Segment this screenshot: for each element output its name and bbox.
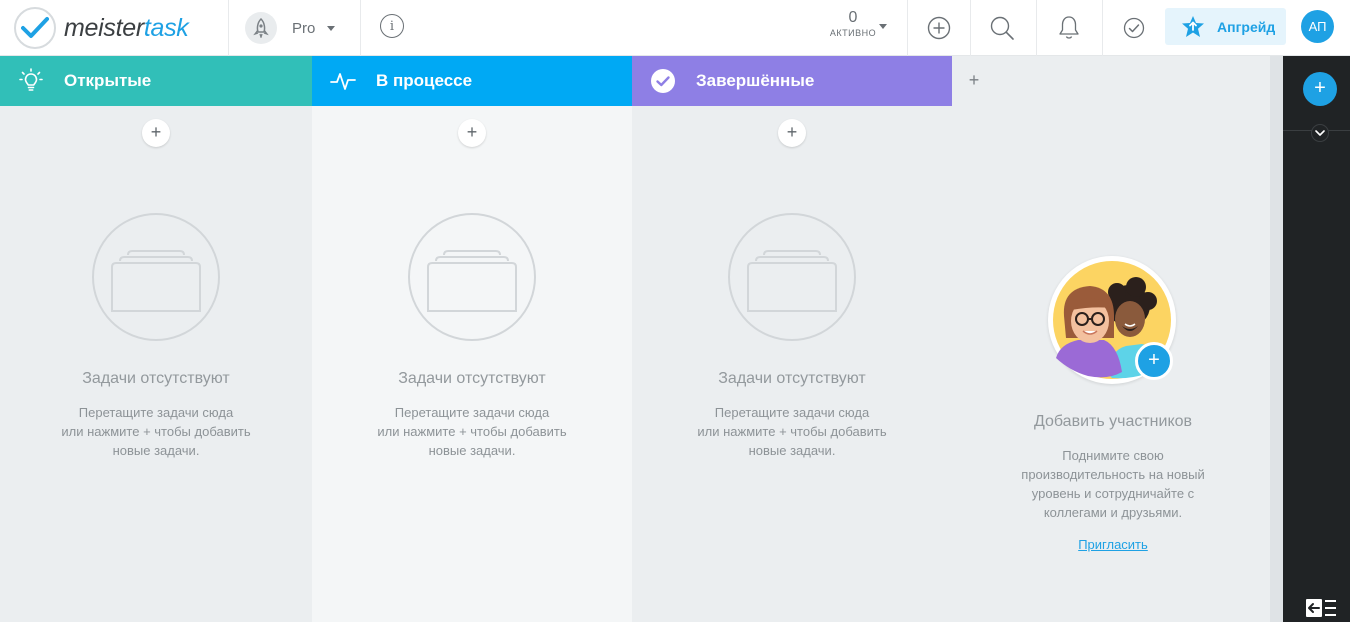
top-bar: meistertask Pro i 0 АКТИВНО Апгрейд АП: [0, 0, 1350, 56]
add-member-button[interactable]: +: [1135, 342, 1173, 380]
empty-state-title: Задачи отсутствуют: [398, 370, 546, 387]
check-circle-icon: [650, 68, 676, 94]
add-task-button[interactable]: +: [458, 119, 486, 147]
empty-state-description: Перетащите задачи сюда или нажмите + что…: [61, 405, 251, 458]
app-logo[interactable]: meistertask: [14, 6, 189, 50]
vertical-scrollbar[interactable]: [1270, 56, 1283, 622]
checkmark-logo-icon: [14, 7, 56, 49]
column-header-in-progress[interactable]: В процессе: [312, 56, 632, 106]
empty-folder-icon: [408, 213, 536, 341]
invite-description: Поднимите свою производительность на нов…: [1021, 448, 1205, 520]
collapse-panel-icon[interactable]: [1305, 597, 1337, 619]
check-circle-icon[interactable]: [1118, 12, 1150, 44]
active-tasks-counter[interactable]: 0 АКТИВНО: [822, 8, 887, 48]
divider: [1102, 0, 1103, 56]
plan-label: Pro: [292, 19, 316, 37]
column-title: Завершённые: [696, 71, 815, 90]
active-label: АКТИВНО: [829, 28, 877, 38]
column-open: Открытые + Задачи отсутствуют Перетащите…: [0, 56, 312, 622]
empty-state-description: Перетащите задачи сюда или нажмите + что…: [377, 405, 567, 458]
chevron-down-icon: [879, 24, 887, 29]
activity-pulse-icon: [330, 68, 356, 94]
column-header-done[interactable]: Завершённые: [632, 56, 952, 106]
divider: [1036, 0, 1037, 56]
search-icon[interactable]: [986, 12, 1018, 44]
active-count: 0: [848, 9, 858, 26]
column-in-progress: В процессе + Задачи отсутствуют Перетащи…: [312, 56, 632, 622]
column-title: Открытые: [64, 71, 152, 90]
empty-state-title: Задачи отсутствуют: [718, 370, 866, 387]
empty-folder-icon: [92, 213, 220, 341]
board: Открытые + Задачи отсутствуют Перетащите…: [0, 56, 1270, 622]
upgrade-label: Апгрейд: [1217, 18, 1276, 35]
invite-link[interactable]: Пригласить: [990, 537, 1236, 552]
plus-circle-icon[interactable]: [923, 12, 955, 44]
user-avatar[interactable]: АП: [1301, 10, 1334, 43]
rocket-icon: [245, 12, 277, 44]
plan-selector[interactable]: Pro: [245, 10, 336, 46]
empty-state-description: Перетащите задачи сюда или нажмите + что…: [697, 405, 887, 458]
divider: [970, 0, 971, 56]
divider: [907, 0, 908, 56]
add-task-button[interactable]: +: [778, 119, 806, 147]
lightbulb-icon: [18, 68, 44, 94]
column-title: В процессе: [376, 71, 473, 90]
logo-wordmark: meistertask: [64, 13, 189, 42]
chevron-down-icon: [327, 25, 336, 31]
column-header-open[interactable]: Открытые: [0, 56, 312, 106]
add-section-button[interactable]: +: [964, 70, 984, 90]
chevron-down-icon[interactable]: [1311, 124, 1329, 142]
invite-title: Добавить участников: [1033, 413, 1193, 430]
star-upgrade-icon: [1182, 16, 1204, 37]
column-done: Завершённые + Задачи отсутствуют Перетащ…: [632, 56, 952, 622]
bell-icon[interactable]: [1053, 12, 1085, 44]
divider: [360, 0, 361, 56]
info-icon[interactable]: i: [380, 14, 404, 38]
dock-add-button[interactable]: +: [1303, 72, 1337, 106]
upgrade-button[interactable]: Апгрейд: [1165, 8, 1286, 45]
empty-state-title: Задачи отсутствуют: [82, 370, 230, 387]
divider: [228, 0, 229, 56]
invite-members-panel: + Добавить участников Поднимите свою про…: [990, 256, 1236, 576]
right-dock: +: [1283, 56, 1350, 622]
add-task-button[interactable]: +: [142, 119, 170, 147]
empty-folder-icon: [728, 213, 856, 341]
